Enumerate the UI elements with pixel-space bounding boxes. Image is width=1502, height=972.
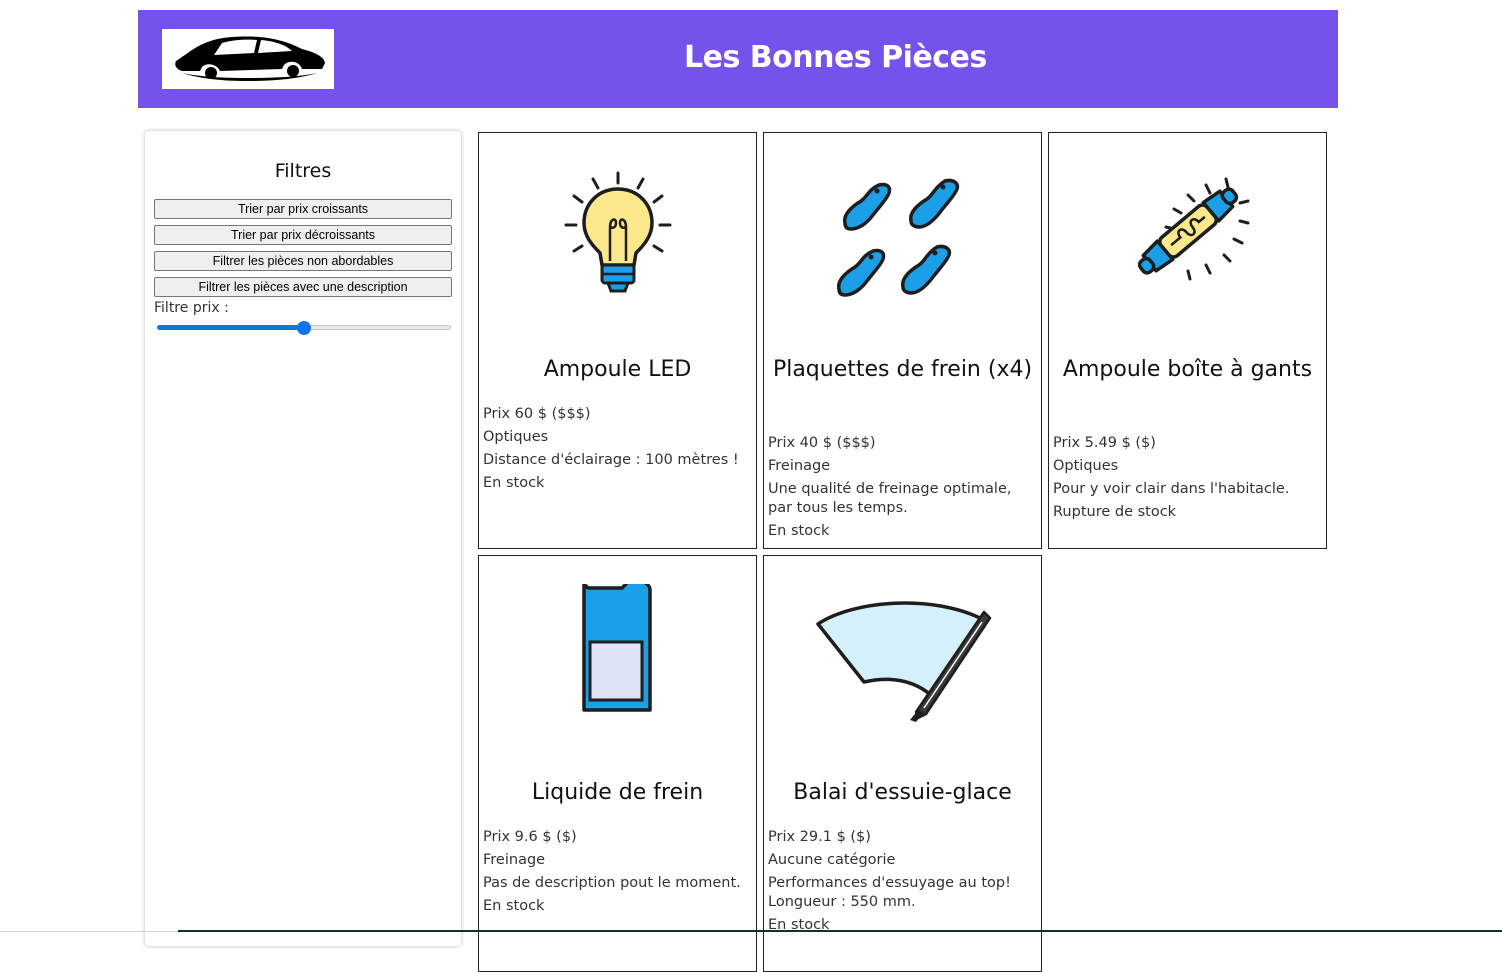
product-details: Prix 60 $ ($$$) Optiques Distance d'écla… (483, 405, 752, 497)
product-stock: Rupture de stock (1053, 504, 1177, 520)
bottom-divider (0, 931, 178, 932)
product-category: Optiques (1053, 458, 1119, 474)
light-bulb-icon (548, 161, 688, 301)
sort-price-ascending-button[interactable]: Trier par prix croissants (154, 199, 452, 219)
price-filter-slider[interactable] (157, 321, 451, 335)
product-price: Prix 29.1 $ ($) (768, 829, 871, 845)
product-description: Performances d'essuyage au top! Longueur… (768, 875, 1011, 910)
product-card: Ampoule LED Prix 60 $ ($$$) Optiques Dis… (478, 132, 757, 549)
product-name: Balai d'essuie-glace (793, 780, 1012, 805)
product-price: Prix 60 $ ($$$) (483, 406, 591, 422)
filter-panel: Filtres Trier par prix croissants Trier … (145, 131, 461, 946)
product-price: Prix 5.49 $ ($) (1053, 435, 1156, 451)
wiper-blade-icon (814, 594, 994, 734)
product-name: Liquide de frein (531, 780, 704, 805)
product-details: Prix 5.49 $ ($) Optiques Pour y voir cla… (1053, 434, 1322, 526)
filter-unaffordable-button[interactable]: Filtrer les pièces non abordables (154, 251, 452, 271)
product-name: Ampoule LED (543, 357, 692, 382)
site-title: Les Bonnes Pièces (684, 40, 987, 75)
product-stock: En stock (768, 917, 830, 933)
filter-title: Filtres (274, 160, 332, 182)
slider-fill (157, 325, 304, 330)
bottom-divider (178, 930, 1502, 932)
fuse-bulb-icon (1118, 161, 1258, 301)
sort-price-descending-button[interactable]: Trier par prix décroissants (154, 225, 452, 245)
product-description: Pour y voir clair dans l'habitacle. (1053, 481, 1290, 497)
product-name: Plaquettes de frein (x4) (772, 357, 1033, 382)
product-card: Plaquettes de frein (x4) Prix 40 $ ($$$)… (763, 132, 1042, 549)
app-header: Les Bonnes Pièces (138, 10, 1338, 108)
product-category: Freinage (768, 458, 831, 474)
product-name: Ampoule boîte à gants (1062, 357, 1313, 382)
product-category: Optiques (483, 429, 549, 445)
product-description: Une qualité de freinage optimale, par to… (768, 481, 1012, 516)
product-category: Freinage (483, 852, 546, 868)
filter-with-description-button[interactable]: Filtrer les pièces avec une description (154, 277, 452, 297)
product-price: Prix 40 $ ($$$) (768, 435, 876, 451)
product-price: Prix 9.6 $ ($) (483, 829, 577, 845)
price-filter-label: Filtre prix : (154, 300, 229, 316)
product-details: Prix 29.1 $ ($) Aucune catégorie Perform… (768, 828, 1037, 939)
product-card: Liquide de frein Prix 9.6 $ ($) Freinage… (478, 555, 757, 972)
brake-pads-icon (833, 161, 973, 301)
product-card: Ampoule boîte à gants Prix 5.49 $ ($) Op… (1048, 132, 1327, 549)
product-category: Aucune catégorie (768, 852, 896, 868)
product-stock: En stock (768, 523, 830, 539)
product-stock: En stock (483, 475, 545, 491)
car-logo-icon[interactable] (162, 29, 334, 89)
fluid-can-icon (548, 580, 688, 724)
product-description: Distance d'éclairage : 100 mètres ! (483, 452, 739, 468)
product-description: Pas de description pout le moment. (483, 875, 741, 891)
product-card: Balai d'essuie-glace Prix 29.1 $ ($) Auc… (763, 555, 1042, 972)
slider-thumb[interactable] (297, 321, 311, 335)
product-details: Prix 9.6 $ ($) Freinage Pas de descripti… (483, 828, 752, 920)
product-stock: En stock (483, 898, 545, 914)
product-details: Prix 40 $ ($$$) Freinage Une qualité de … (768, 434, 1037, 545)
